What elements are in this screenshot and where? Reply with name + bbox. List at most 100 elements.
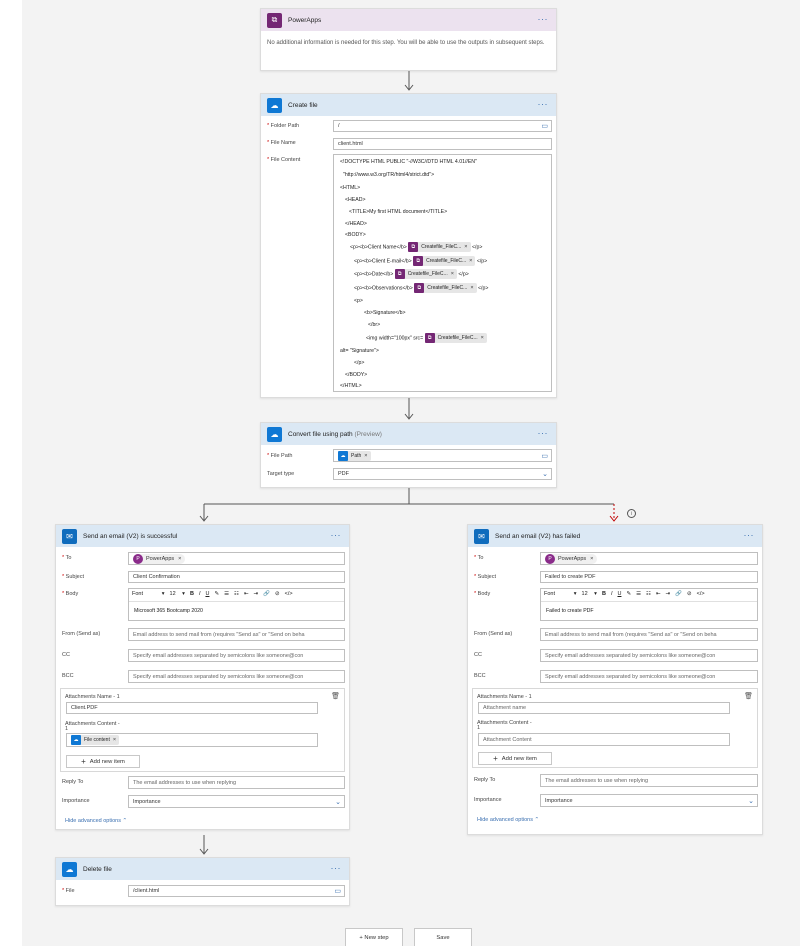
reply-to-input[interactable]: The email addresses to use when replying xyxy=(540,774,758,787)
code-view-icon[interactable]: </> xyxy=(697,591,705,597)
numbered-list-icon[interactable]: ☷ xyxy=(646,591,651,597)
importance-dropdown[interactable]: Importance ⌄ xyxy=(128,795,345,808)
folder-picker-icon[interactable]: ▭ xyxy=(541,452,548,460)
highlight-icon[interactable]: ✎ xyxy=(214,591,219,597)
to-input[interactable]: P PowerApps × xyxy=(540,552,758,565)
more-options-icon[interactable]: ··· xyxy=(538,14,549,24)
remove-token-icon[interactable]: × xyxy=(470,285,473,291)
delete-attachment-icon[interactable]: 🗑 xyxy=(331,692,340,700)
underline-icon[interactable]: U xyxy=(617,591,621,597)
bullet-list-icon[interactable]: ☰ xyxy=(224,591,229,597)
email-failed-header[interactable]: ✉ Send an email (V2) has failed ··· xyxy=(468,525,762,547)
more-options-icon[interactable]: ··· xyxy=(331,863,342,873)
email-success-card[interactable]: ✉ Send an email (V2) is successful ··· *… xyxy=(55,524,350,830)
add-new-item-button[interactable]: + Add new item xyxy=(66,755,140,768)
chevron-down-icon[interactable]: ⌄ xyxy=(335,798,341,806)
more-options-icon[interactable]: ··· xyxy=(538,99,549,109)
italic-icon[interactable]: I xyxy=(611,591,613,597)
bcc-input[interactable]: Specify email addresses separated by sem… xyxy=(128,670,345,683)
remove-token-icon[interactable]: × xyxy=(481,335,484,341)
convert-file-card[interactable]: ☁ Convert file using path (Preview) ··· … xyxy=(260,422,557,488)
outdent-icon[interactable]: ⇤ xyxy=(244,591,249,597)
attach-name-input[interactable]: Client.PDF xyxy=(66,702,318,714)
bcc-input[interactable]: Specify email addresses separated by sem… xyxy=(540,670,758,683)
file-content-editor[interactable]: <!DOCTYPE HTML PUBLIC "-//W3C//DTD HTML … xyxy=(333,154,552,392)
cc-input[interactable]: Specify email addresses separated by sem… xyxy=(540,649,758,662)
file-name-input[interactable]: client.html xyxy=(333,138,552,150)
code-view-icon[interactable]: </> xyxy=(285,591,293,597)
font-dropdown[interactable]: Font ▾ xyxy=(132,591,165,597)
delete-file-header[interactable]: ☁ Delete file ··· xyxy=(56,858,349,880)
remove-recipient-icon[interactable]: × xyxy=(178,556,181,562)
recipient-pill[interactable]: P PowerApps × xyxy=(133,554,186,564)
create-file-card[interactable]: ☁ Create file ··· * Folder Path / ▭ * Fi… xyxy=(260,93,557,398)
remove-token-icon[interactable]: × xyxy=(469,258,472,264)
target-type-dropdown[interactable]: PDF ⌄ xyxy=(333,468,552,480)
dynamic-content-token[interactable]: ⧉ Createfile_FileC... × xyxy=(394,269,457,279)
chevron-down-icon[interactable]: ⌄ xyxy=(542,470,548,478)
dynamic-content-token[interactable]: ⧉ Createfile_FileC... × xyxy=(414,283,477,293)
font-dropdown[interactable]: Font ▾ xyxy=(544,591,577,597)
attach-name-input[interactable]: Attachment name xyxy=(478,702,730,714)
font-size-dropdown[interactable]: 12 ▾ xyxy=(582,591,597,597)
add-new-item-button[interactable]: + Add new item xyxy=(478,752,552,765)
file-input[interactable]: /client.html ▭ xyxy=(128,885,345,897)
cc-input[interactable]: Specify email addresses separated by sem… xyxy=(128,649,345,662)
more-options-icon[interactable]: ··· xyxy=(331,530,342,540)
importance-dropdown[interactable]: Importance ⌄ xyxy=(540,794,758,807)
bold-icon[interactable]: B xyxy=(602,591,606,597)
subject-input[interactable]: Client Confirmation xyxy=(128,571,345,583)
subject-input[interactable]: Failed to create PDF xyxy=(540,571,758,583)
indent-icon[interactable]: ⇥ xyxy=(666,591,671,597)
numbered-list-icon[interactable]: ☷ xyxy=(234,591,239,597)
italic-icon[interactable]: I xyxy=(199,591,201,597)
hide-advanced-options-link[interactable]: Hide advanced options ⌃ xyxy=(477,817,539,823)
attach-content-input[interactable]: ☁ File content × xyxy=(66,733,318,747)
hide-advanced-options-link[interactable]: Hide advanced options ⌃ xyxy=(65,818,127,824)
create-file-header[interactable]: ☁ Create file ··· xyxy=(261,94,556,116)
convert-file-header[interactable]: ☁ Convert file using path (Preview) ··· xyxy=(261,423,556,445)
delete-file-card[interactable]: ☁ Delete file ··· * File /client.html ▭ xyxy=(55,857,350,906)
to-input[interactable]: P PowerApps × xyxy=(128,552,345,565)
unlink-icon[interactable]: ⊘ xyxy=(687,591,692,597)
underline-icon[interactable]: U xyxy=(205,591,209,597)
email-failed-card[interactable]: ✉ Send an email (V2) has failed ··· * To… xyxy=(467,524,763,835)
new-step-button[interactable]: + New step xyxy=(345,928,403,946)
folder-path-input[interactable]: / ▭ xyxy=(333,120,552,132)
dynamic-content-token[interactable]: ⧉ Createfile_FileC... × xyxy=(424,333,487,343)
link-icon[interactable]: 🔗 xyxy=(675,591,682,597)
bullet-list-icon[interactable]: ☰ xyxy=(636,591,641,597)
outdent-icon[interactable]: ⇤ xyxy=(656,591,661,597)
indent-icon[interactable]: ⇥ xyxy=(254,591,259,597)
dynamic-content-token[interactable]: ⧉ Createfile_FileC... × xyxy=(413,256,476,266)
folder-picker-icon[interactable]: ▭ xyxy=(541,122,548,130)
chevron-down-icon[interactable]: ⌄ xyxy=(748,797,754,805)
reply-to-input[interactable]: The email addresses to use when replying xyxy=(128,776,345,789)
remove-token-icon[interactable]: × xyxy=(113,737,116,743)
unlink-icon[interactable]: ⊘ xyxy=(275,591,280,597)
from-input[interactable]: Email address to send mail from (require… xyxy=(540,628,758,641)
more-options-icon[interactable]: ··· xyxy=(744,530,755,540)
highlight-icon[interactable]: ✎ xyxy=(626,591,631,597)
bold-icon[interactable]: B xyxy=(190,591,194,597)
body-editor[interactable]: Font ▾ 12 ▾ B I U ✎ ☰ ☷ ⇤ ⇥ 🔗 ⊘ </> Micr… xyxy=(128,588,345,621)
dynamic-content-token[interactable]: ☁ File content × xyxy=(71,735,120,745)
file-path-input[interactable]: ☁ Path × ▭ xyxy=(333,449,552,462)
powerapps-trigger-card[interactable]: ⧉ PowerApps ··· No additional informatio… xyxy=(260,8,557,71)
remove-token-icon[interactable]: × xyxy=(364,453,367,459)
run-after-info-icon[interactable]: i xyxy=(627,509,636,518)
attach-content-input[interactable]: Attachment Content xyxy=(478,733,730,746)
save-button[interactable]: Save xyxy=(414,928,472,946)
email-success-header[interactable]: ✉ Send an email (V2) is successful ··· xyxy=(56,525,349,547)
remove-recipient-icon[interactable]: × xyxy=(590,556,593,562)
remove-token-icon[interactable]: × xyxy=(451,271,454,277)
recipient-pill[interactable]: P PowerApps × xyxy=(545,554,598,564)
body-editor[interactable]: Font ▾ 12 ▾ B I U ✎ ☰ ☷ ⇤ ⇥ 🔗 ⊘ </> Fail… xyxy=(540,588,758,621)
from-input[interactable]: Email address to send mail from (require… xyxy=(128,628,345,641)
remove-token-icon[interactable]: × xyxy=(464,244,467,250)
dynamic-content-token[interactable]: ☁ Path × xyxy=(338,450,371,461)
font-size-dropdown[interactable]: 12 ▾ xyxy=(170,591,185,597)
link-icon[interactable]: 🔗 xyxy=(263,591,270,597)
more-options-icon[interactable]: ··· xyxy=(538,428,549,438)
folder-picker-icon[interactable]: ▭ xyxy=(334,887,341,895)
